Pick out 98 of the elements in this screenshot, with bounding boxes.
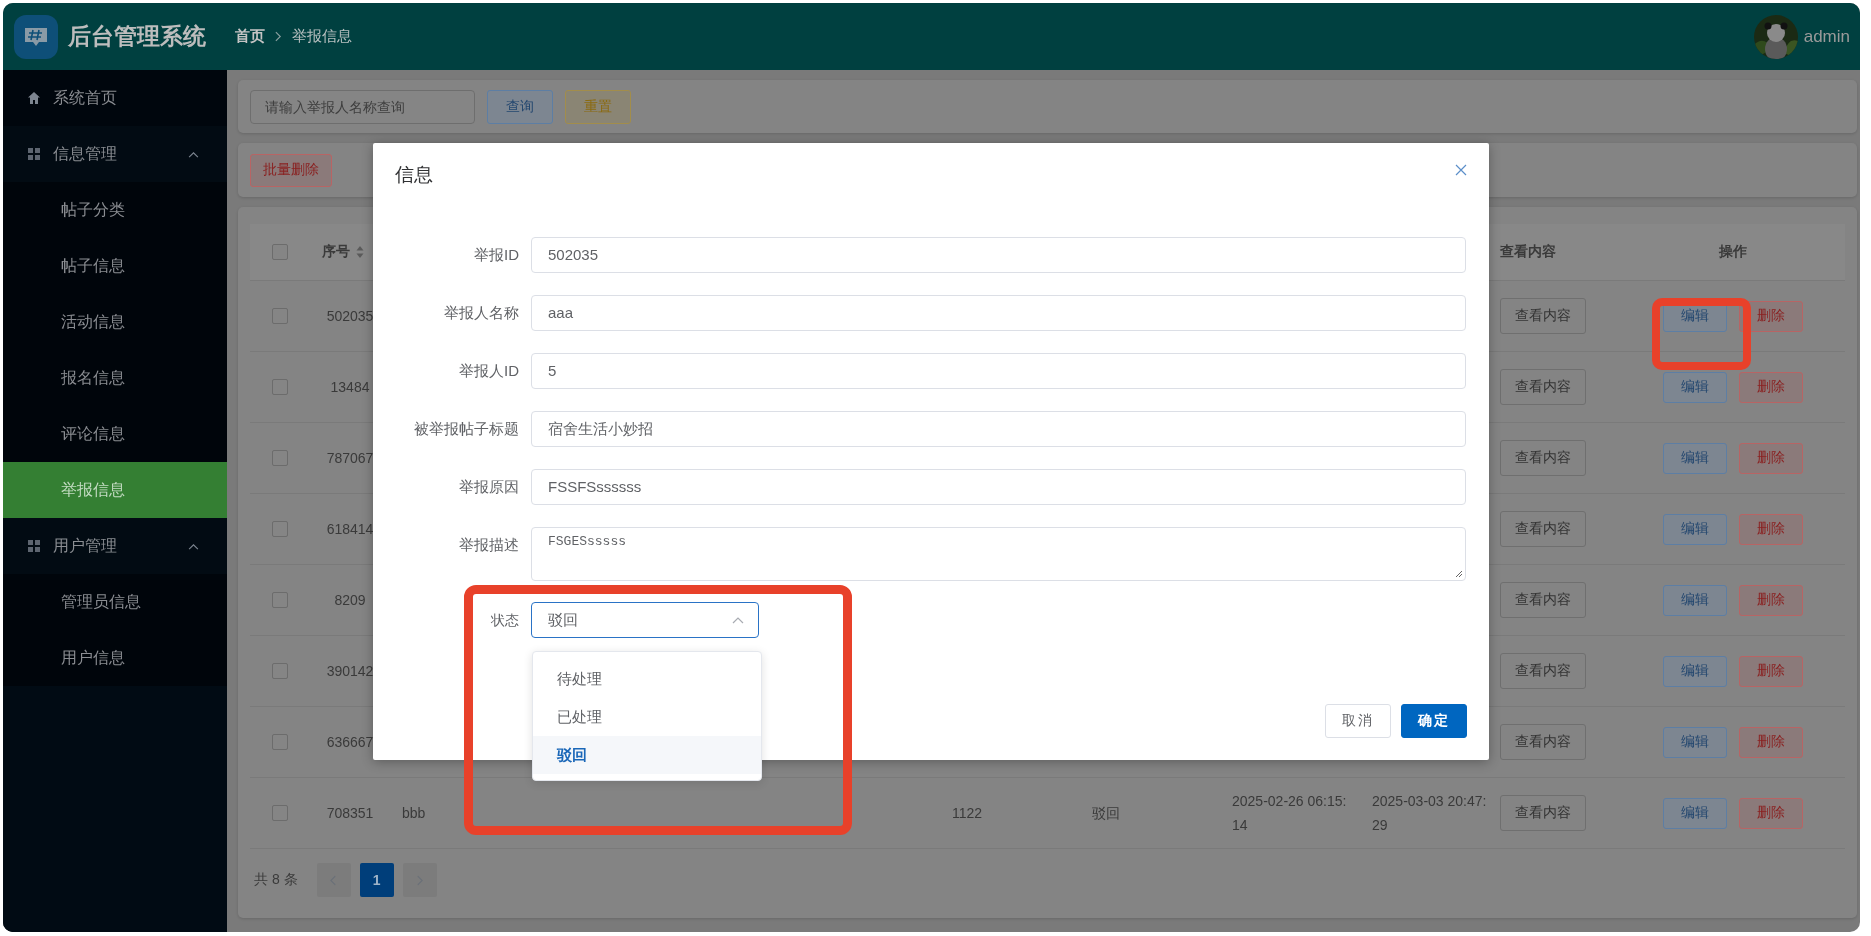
checkbox[interactable] — [272, 592, 288, 608]
table-cell: 618414 — [326, 521, 374, 537]
edit-button[interactable]: 编辑 — [1662, 655, 1727, 687]
textarea-field[interactable]: FSGESsssss — [531, 527, 1466, 581]
checkbox[interactable] — [272, 379, 288, 395]
field-label: 状态 — [490, 611, 520, 630]
user-name[interactable]: admin — [1803, 26, 1850, 47]
field-label: 被举报帖子标题 — [413, 419, 520, 439]
view-content-button[interactable]: 查看内容 — [1500, 440, 1586, 476]
close-icon[interactable] — [1455, 164, 1467, 176]
table-cell: 驳回 — [1092, 805, 1120, 821]
checkbox[interactable] — [272, 244, 288, 260]
view-content-button[interactable]: 查看内容 — [1500, 511, 1586, 547]
view-content-button[interactable]: 查看内容 — [1500, 795, 1586, 831]
edit-button[interactable]: 编辑 — [1662, 371, 1727, 403]
field-label: 举报描述 — [458, 535, 520, 555]
sidebar-item[interactable]: 举报信息 — [3, 462, 227, 518]
checkbox[interactable] — [272, 450, 288, 466]
checkbox[interactable] — [272, 308, 288, 324]
input-field[interactable]: 宿舍生活小妙招 — [531, 411, 1466, 447]
logo-icon — [14, 14, 58, 59]
delete-button[interactable]: 删除 — [1738, 442, 1803, 474]
table-cell: 2025-02-26 06:15:14 — [1232, 793, 1347, 833]
view-content-button[interactable]: 查看内容 — [1500, 724, 1586, 760]
sort-icon[interactable] — [356, 245, 364, 259]
table-cell: 390142 — [326, 663, 374, 679]
home-icon — [27, 91, 41, 105]
total-count: 共 8 条 — [254, 871, 298, 889]
table-cell: 636667 — [326, 734, 374, 750]
next-page-button[interactable] — [402, 863, 437, 897]
input-field[interactable]: FSSFSssssss — [531, 469, 1466, 505]
view-content-button[interactable]: 查看内容 — [1500, 653, 1586, 689]
sidebar-item[interactable]: 管理员信息 — [3, 574, 227, 630]
table-cell: 708351 — [326, 805, 374, 821]
sidebar-item[interactable]: 活动信息 — [3, 294, 227, 350]
dropdown-option[interactable]: 驳回 — [533, 736, 761, 774]
previous-page-button[interactable] — [316, 863, 351, 897]
input-field[interactable]: 502035 — [531, 237, 1466, 273]
column-header: 查看内容 — [1500, 243, 1556, 261]
grid-icon — [27, 147, 41, 161]
page-button[interactable]: 1 — [359, 863, 394, 897]
input-field[interactable]: aaa — [531, 295, 1466, 331]
view-content-button[interactable]: 查看内容 — [1500, 298, 1586, 334]
table-cell: bbb — [402, 805, 426, 821]
grid-icon — [27, 539, 41, 553]
edit-button[interactable]: 编辑 — [1662, 442, 1727, 474]
sidebar-item[interactable]: 系统首页 — [3, 70, 227, 126]
view-content-button[interactable]: 查看内容 — [1500, 582, 1586, 618]
batch-delete-button[interactable]: 批量删除 — [250, 153, 332, 187]
chevron-icon — [732, 616, 744, 624]
sidebar-item[interactable]: 评论信息 — [3, 406, 227, 462]
cancel-button[interactable]: 取消 — [1325, 704, 1391, 738]
search-field[interactable]: 请输入举报人名称查询 — [250, 89, 475, 124]
input-field[interactable]: 5 — [531, 353, 1466, 389]
sidebar-item[interactable]: 帖子信息 — [3, 238, 227, 294]
checkbox[interactable] — [272, 805, 288, 821]
dropdown-option[interactable]: 已处理 — [533, 698, 761, 736]
chevron-icon — [188, 150, 199, 158]
table-cell: 1122 — [952, 805, 983, 821]
field-label: 举报原因 — [458, 477, 520, 497]
chevron-icon — [188, 542, 199, 550]
chevron-icon — [275, 31, 282, 42]
query-button[interactable]: 查询 — [487, 89, 553, 124]
delete-button[interactable]: 删除 — [1738, 655, 1803, 687]
delete-button[interactable]: 删除 — [1738, 797, 1803, 829]
checkbox[interactable] — [272, 663, 288, 679]
field-label: 举报人ID — [458, 361, 520, 381]
table-cell: 8209 — [334, 592, 366, 608]
edit-button[interactable]: 编辑 — [1662, 584, 1727, 616]
checkbox[interactable] — [272, 521, 288, 537]
sidebar-item[interactable]: 用户信息 — [3, 630, 227, 686]
dropdown-option[interactable]: 待处理 — [533, 660, 761, 698]
column-header[interactable]: 序号 — [322, 243, 364, 261]
sidebar-item[interactable]: 帖子分类 — [3, 182, 227, 238]
column-header: 操作 — [1718, 243, 1747, 261]
delete-button[interactable]: 删除 — [1738, 584, 1803, 616]
delete-button[interactable]: 删除 — [1738, 371, 1803, 403]
table-cell: 787067 — [326, 450, 374, 466]
status-select[interactable]: 驳回 — [531, 602, 759, 638]
delete-button[interactable]: 删除 — [1738, 513, 1803, 545]
field-label: 举报ID — [473, 245, 520, 265]
edit-button[interactable]: 编辑 — [1662, 797, 1727, 829]
edit-button[interactable]: 编辑 — [1662, 513, 1727, 545]
app-title: 后台管理系统 — [68, 22, 207, 51]
confirm-button[interactable]: 确定 — [1401, 704, 1467, 738]
dialog-title: 信息 — [395, 163, 433, 187]
table-cell: 502035 — [326, 308, 374, 324]
table-cell: 2025-03-03 20:47:29 — [1372, 793, 1487, 833]
checkbox[interactable] — [272, 734, 288, 750]
sidebar-item[interactable]: 报名信息 — [3, 350, 227, 406]
breadcrumb-item: 举报信息 — [292, 27, 352, 46]
delete-button[interactable]: 删除 — [1738, 726, 1803, 758]
table-cell: 13484 — [330, 379, 370, 395]
breadcrumb-item[interactable]: 首页 — [235, 27, 265, 46]
view-content-button[interactable]: 查看内容 — [1500, 369, 1586, 405]
resize-handle-icon[interactable] — [1455, 570, 1463, 578]
edit-button[interactable]: 编辑 — [1662, 726, 1727, 758]
field-label: 举报人名称 — [443, 303, 520, 323]
